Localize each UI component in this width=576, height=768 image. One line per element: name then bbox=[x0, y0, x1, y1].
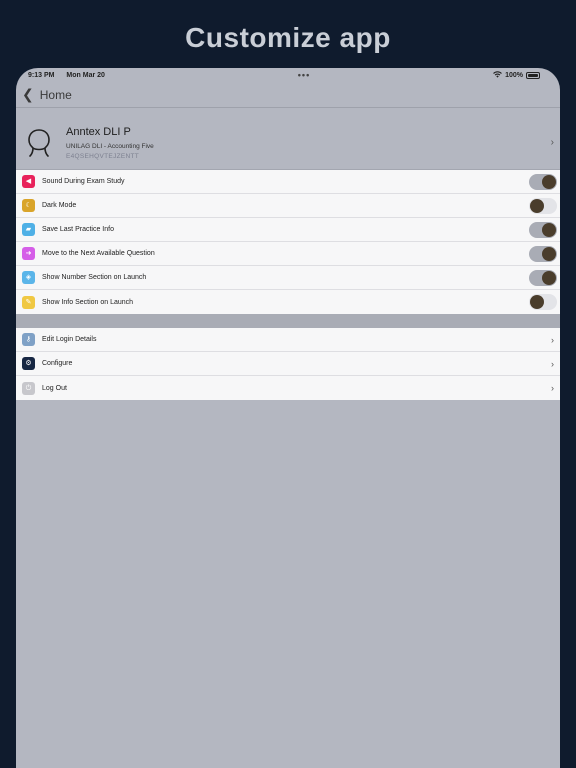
speaker-icon: ◀ bbox=[22, 175, 35, 188]
setting-row-save-practice: ▰ Save Last Practice Info bbox=[16, 218, 560, 242]
setting-label: Sound During Exam Study bbox=[42, 178, 125, 185]
chevron-right-icon: › bbox=[551, 383, 554, 393]
number-section-toggle[interactable] bbox=[529, 270, 557, 286]
layers-icon: ◈ bbox=[22, 271, 35, 284]
setting-row-number-section: ◈ Show Number Section on Launch bbox=[16, 266, 560, 290]
key-icon: ⚷ bbox=[22, 333, 35, 346]
section-spacer bbox=[16, 314, 560, 328]
action-label: Configure bbox=[42, 360, 73, 367]
status-time: 9:13 PM bbox=[28, 71, 55, 79]
setting-row-next-question: ➜ Move to the Next Available Question bbox=[16, 242, 560, 266]
status-date: Mon Mar 20 bbox=[66, 71, 105, 79]
chevron-right-icon: › bbox=[551, 334, 554, 345]
info-icon: ✎ bbox=[22, 295, 35, 309]
action-row-edit-login[interactable]: ⚷ Edit Login Details › bbox=[16, 328, 560, 352]
profile-name: Anntex DLI P bbox=[66, 125, 131, 138]
setting-row-dark-mode: ☾ Dark Mode bbox=[16, 194, 560, 218]
battery-percent: 100% bbox=[505, 71, 523, 79]
action-label: Edit Login Details bbox=[42, 336, 97, 343]
setting-label: Dark Mode bbox=[42, 202, 77, 209]
save-practice-toggle[interactable] bbox=[529, 222, 557, 238]
moon-icon: ☾ bbox=[22, 199, 35, 212]
gear-icon: ⚙ bbox=[22, 357, 35, 370]
battery-icon bbox=[525, 71, 540, 79]
setting-label: Save Last Practice Info bbox=[42, 226, 114, 233]
action-row-logout[interactable]: ⏻ Log Out › bbox=[16, 376, 560, 400]
logout-icon: ⏻ bbox=[22, 381, 35, 395]
profile-row[interactable]: Anntex DLI P UNILAG DLI - Accounting Fiv… bbox=[16, 116, 560, 170]
dark-mode-toggle[interactable] bbox=[529, 198, 557, 214]
wifi-icon bbox=[493, 70, 502, 80]
arrow-icon: ➜ bbox=[22, 247, 35, 260]
setting-label: Show Number Section on Launch bbox=[42, 274, 147, 281]
chevron-right-icon: › bbox=[550, 137, 554, 148]
device-screen: 9:13 PM Mon Mar 20 ••• 100% ❮ Home Annte… bbox=[16, 68, 560, 768]
action-row-configure[interactable]: ⚙ Configure › bbox=[16, 352, 560, 376]
profile-subtitle: UNILAG DLI - Accounting Five bbox=[66, 142, 154, 150]
chevron-right-icon: › bbox=[551, 358, 554, 369]
nav-bar: ❮ Home bbox=[16, 82, 560, 108]
multitask-dots-icon[interactable]: ••• bbox=[298, 70, 310, 80]
setting-row-info-section: ✎ Show Info Section on Launch bbox=[16, 290, 560, 314]
back-button[interactable]: Home bbox=[40, 88, 72, 102]
user-avatar-icon bbox=[24, 127, 54, 159]
sound-toggle[interactable] bbox=[529, 174, 557, 190]
settings-group: ◀ Sound During Exam Study ☾ Dark Mode ▰ … bbox=[16, 170, 560, 314]
back-chevron-icon[interactable]: ❮ bbox=[22, 86, 34, 103]
save-icon: ▰ bbox=[22, 223, 35, 236]
empty-area bbox=[16, 400, 560, 768]
setting-row-sound: ◀ Sound During Exam Study bbox=[16, 170, 560, 194]
setting-label: Show Info Section on Launch bbox=[42, 298, 134, 306]
info-section-toggle[interactable] bbox=[529, 294, 557, 310]
status-bar: 9:13 PM Mon Mar 20 ••• 100% bbox=[16, 68, 560, 82]
setting-label: Move to the Next Available Question bbox=[42, 250, 155, 257]
next-question-toggle[interactable] bbox=[529, 246, 557, 262]
banner-title: Customize app bbox=[185, 22, 391, 53]
action-label: Log Out bbox=[42, 384, 67, 392]
profile-code: E4QSEHQVTEJZENTT bbox=[66, 152, 140, 160]
actions-group: ⚷ Edit Login Details › ⚙ Configure › ⏻ L… bbox=[16, 328, 560, 400]
